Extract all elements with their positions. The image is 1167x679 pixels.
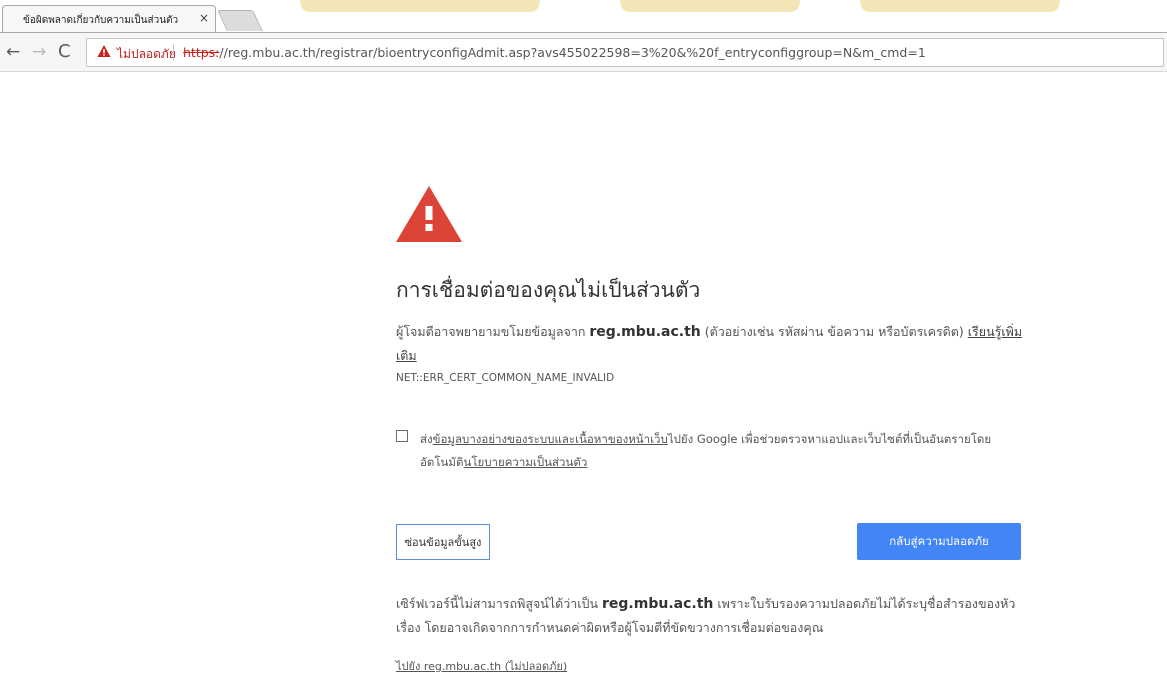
background-decoration xyxy=(300,0,540,12)
warning-triangle-icon[interactable] xyxy=(97,44,111,58)
checkbox-label: ส่งข้อมูลบางอย่างของระบบและเนื้อหาของหน้… xyxy=(420,428,1030,474)
privacy-policy-link[interactable]: นโยบายความเป็นส่วนตัว xyxy=(463,455,587,469)
domain-name: reg.mbu.ac.th xyxy=(589,324,701,340)
back-to-safety-button[interactable]: กลับสู่ความปลอดภัย xyxy=(857,523,1021,560)
advanced-details: เซิร์ฟเวอร์นี้ไม่สามารถพิสูจน์ได้ว่าเป็น… xyxy=(396,592,1036,639)
browser-tab[interactable]: ข้อผิดพลาดเกี่ยวกับความเป็นส่วนตัว × xyxy=(2,5,216,32)
main-message: ผู้โจมตีอาจพยายามขโมยข้อมูลจาก reg.mbu.a… xyxy=(396,320,1036,367)
address-bar[interactable]: ไม่ปลอดภัย https://reg.mbu.ac.th/registr… xyxy=(86,38,1164,67)
url-scheme: https: xyxy=(183,45,220,60)
message-prefix: ผู้โจมตีอาจพยายามขโมยข้อมูลจาก xyxy=(396,324,590,339)
url-text[interactable]: https://reg.mbu.ac.th/registrar/bioentry… xyxy=(183,45,926,60)
message-suffix: (ตัวอย่างเช่น รหัสผ่าน ข้อความ หรือบัตรเ… xyxy=(700,324,968,339)
browser-toolbar: ← → C ไม่ปลอดภัย https://reg.mbu.ac.th/r… xyxy=(0,32,1167,72)
page-title: การเชื่อมต่อของคุณไม่เป็นส่วนตัว xyxy=(396,278,701,302)
background-decoration xyxy=(620,0,800,12)
forward-arrow-icon[interactable]: → xyxy=(32,43,46,61)
warning-triangle-icon xyxy=(396,186,462,242)
report-checkbox[interactable] xyxy=(396,430,408,442)
proceed-unsafe-link[interactable]: ไปยัง reg.mbu.ac.th (ไม่ปลอดภัย) xyxy=(396,657,567,675)
reload-icon[interactable]: C xyxy=(58,43,71,61)
background-decoration xyxy=(860,0,1060,12)
error-code: NET::ERR_CERT_COMMON_NAME_INVALID xyxy=(396,372,615,384)
back-arrow-icon[interactable]: ← xyxy=(6,43,20,61)
not-secure-label[interactable]: ไม่ปลอดภัย xyxy=(117,45,176,64)
tab-title: ข้อผิดพลาดเกี่ยวกับความเป็นส่วนตัว xyxy=(23,15,179,26)
detail-domain: reg.mbu.ac.th xyxy=(602,596,714,612)
url-path: //reg.mbu.ac.th/registrar/bioentryconfig… xyxy=(219,45,926,60)
checkbox-text-prefix: ส่ง xyxy=(420,432,433,446)
system-info-link[interactable]: ข้อมูลบางอย่างของระบบและเนื้อหาของหน้าเว… xyxy=(433,432,668,446)
tab-strip: ข้อผิดพลาดเกี่ยวกับความเป็นส่วนตัว × xyxy=(0,0,1167,32)
close-tab-icon[interactable]: × xyxy=(199,11,209,25)
hide-advanced-button[interactable]: ซ่อนข้อมูลขั้นสูง xyxy=(396,524,490,560)
omnibox-divider xyxy=(173,44,174,61)
detail-prefix: เซิร์ฟเวอร์นี้ไม่สามารถพิสูจน์ได้ว่าเป็น xyxy=(396,596,602,611)
new-tab-button[interactable] xyxy=(217,10,263,31)
